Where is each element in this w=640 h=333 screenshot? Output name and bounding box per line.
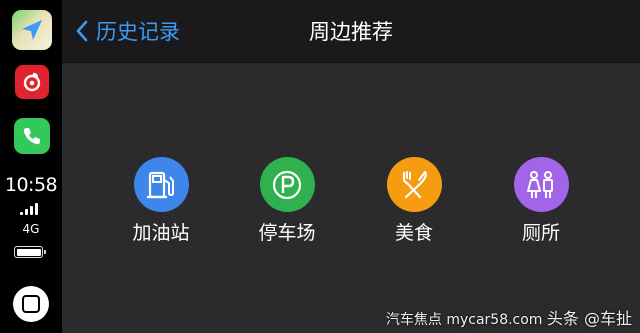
- parking-icon: [259, 157, 315, 212]
- home-square-icon: [22, 295, 40, 313]
- gas-station-icon: [133, 157, 189, 212]
- watermark-right: 头条 @车扯: [546, 309, 632, 328]
- category-label: 停车场: [258, 222, 316, 244]
- category-food[interactable]: 美食: [364, 157, 464, 245]
- cellular-signal-icon: [20, 203, 44, 215]
- food-icon: [386, 157, 442, 212]
- chevron-left-icon: [76, 20, 88, 42]
- category-gas-station[interactable]: 加油站: [111, 157, 211, 245]
- watermark-site: mycar58.com: [446, 312, 543, 328]
- phone-app-icon[interactable]: [14, 118, 50, 154]
- category-restroom[interactable]: 厕所: [491, 157, 591, 245]
- category-label: 加油站: [132, 222, 190, 244]
- network-type: 4G: [22, 222, 40, 236]
- back-button[interactable]: 历史记录: [76, 14, 180, 48]
- nav-bar: 历史记录 周边推荐: [62, 0, 640, 63]
- home-button[interactable]: [13, 286, 49, 322]
- back-label: 历史记录: [96, 20, 180, 44]
- battery-icon: [14, 246, 46, 258]
- category-label: 美食: [394, 222, 433, 244]
- category-label: 厕所: [521, 222, 560, 244]
- category-parking[interactable]: 停车场: [237, 157, 337, 245]
- status-clock: 10:58: [4, 174, 58, 196]
- netease-music-app-icon[interactable]: [15, 65, 49, 99]
- maps-app-icon[interactable]: [12, 10, 52, 50]
- watermark-left: 汽车焦点: [385, 312, 442, 328]
- restroom-icon: [513, 157, 569, 212]
- carplay-dock: 10:58 4G: [0, 0, 62, 333]
- main-screen: 历史记录 周边推荐 加油站 停车场 美食 厕所 汽车焦点 mycar58.com…: [62, 0, 640, 333]
- watermark: 汽车焦点 mycar58.com 头条 @车扯: [386, 305, 632, 329]
